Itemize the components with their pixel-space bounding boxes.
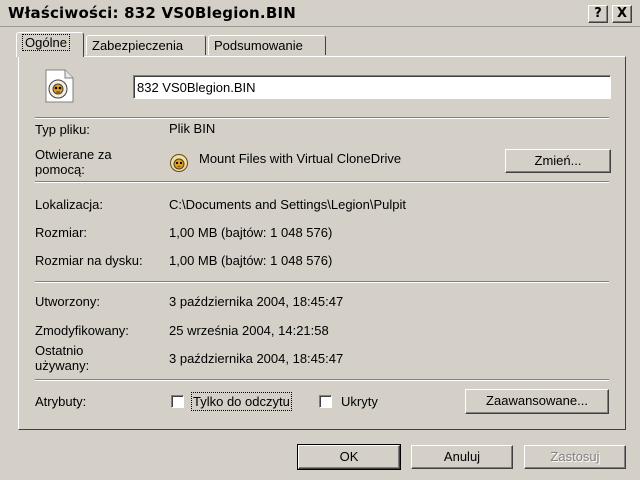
tab-general[interactable]: Ogólne xyxy=(16,32,84,57)
title-bar[interactable]: Właściwości: 832 VS0Blegion.BIN ? X xyxy=(0,0,640,27)
help-button[interactable]: ? xyxy=(588,5,608,23)
size-on-disk-label: Rozmiar na dysku: xyxy=(35,253,143,268)
hidden-label[interactable]: Ukryty xyxy=(341,394,378,409)
location-value: C:\Documents and Settings\Legion\Pulpit xyxy=(169,197,407,212)
accessed-value: 3 października 2004, 18:45:47 xyxy=(169,351,344,366)
size-value: 1,00 MB (bajtów: 1 048 576) xyxy=(169,225,333,240)
advanced-button[interactable]: Zaawansowane... xyxy=(465,389,609,414)
file-type-label: Typ pliku: xyxy=(35,122,90,137)
size-on-disk-value: 1,00 MB (bajtów: 1 048 576) xyxy=(169,253,333,268)
hidden-checkbox[interactable] xyxy=(319,395,332,408)
separator xyxy=(35,181,609,183)
opens-with-label-line2: pomocą: xyxy=(35,162,85,177)
readonly-checkbox[interactable] xyxy=(171,395,184,408)
cancel-button[interactable]: Anuluj xyxy=(411,445,513,469)
created-label: Utworzony: xyxy=(35,294,101,309)
apply-button[interactable]: Zastosuj xyxy=(524,445,626,469)
tab-summary[interactable]: Podsumowanie xyxy=(208,35,326,55)
clonedrive-sheep-icon xyxy=(169,153,189,173)
modified-value: 25 września 2004, 14:21:58 xyxy=(169,323,329,338)
opens-with-value: Mount Files with Virtual CloneDrive xyxy=(199,151,402,166)
file-type-value: Plik BIN xyxy=(169,121,216,136)
separator xyxy=(35,117,609,119)
file-type-icon xyxy=(43,69,75,103)
close-button[interactable]: X xyxy=(612,5,632,23)
tab-security[interactable]: Zabezpieczenia xyxy=(86,35,206,55)
change-button[interactable]: Zmień... xyxy=(505,149,611,173)
file-name-input[interactable] xyxy=(133,75,611,99)
accessed-label-line1: Ostatnio xyxy=(35,343,84,358)
general-tab-panel: Typ pliku: Plik BIN Otwierane za pomocą:… xyxy=(18,56,626,430)
readonly-label[interactable]: Tylko do odczytu xyxy=(191,392,292,411)
ok-button[interactable]: OK xyxy=(297,444,401,470)
size-label: Rozmiar: xyxy=(35,225,88,240)
accessed-label-line2: używany: xyxy=(35,358,90,373)
attributes-label: Atrybuty: xyxy=(35,394,87,409)
separator xyxy=(35,281,609,283)
location-label: Lokalizacja: xyxy=(35,197,103,212)
modified-label: Zmodyfikowany: xyxy=(35,323,129,338)
tab-general-label: Ogólne xyxy=(22,34,70,51)
separator xyxy=(35,379,609,381)
opens-with-label-line1: Otwierane za xyxy=(35,147,112,162)
created-value: 3 października 2004, 18:45:47 xyxy=(169,294,344,309)
window-title: Właściwości: 832 VS0Blegion.BIN xyxy=(8,4,296,22)
